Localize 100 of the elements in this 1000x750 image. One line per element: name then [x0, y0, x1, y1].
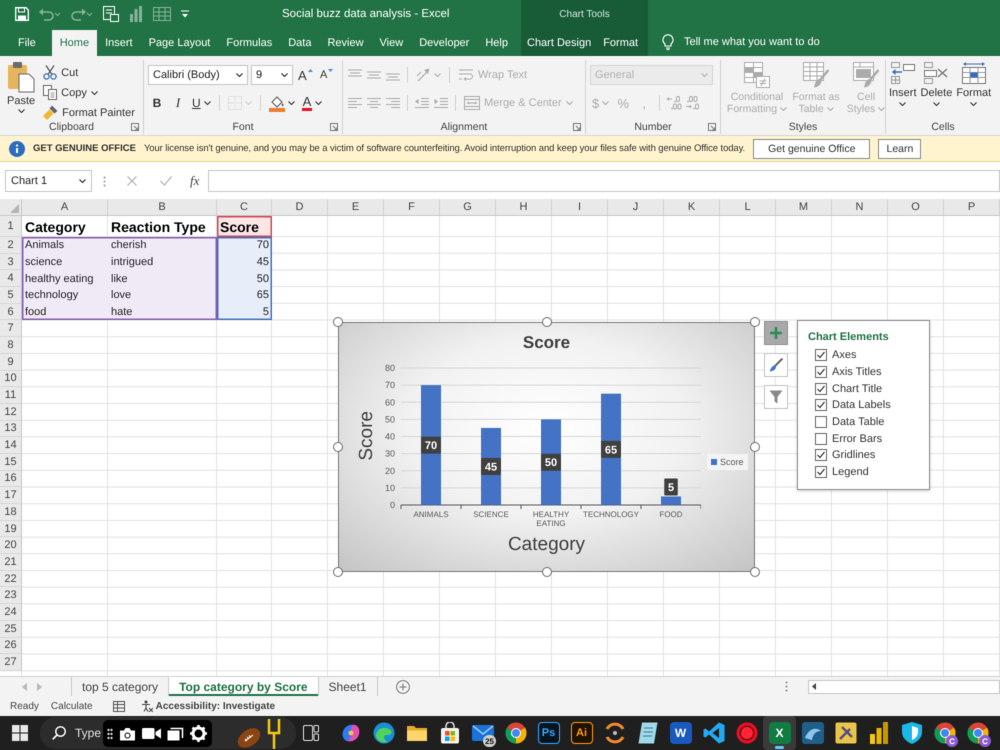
checkbox[interactable] [815, 382, 827, 395]
paste-button[interactable]: Paste [4, 60, 38, 114]
column-header[interactable]: H [496, 199, 552, 216]
row-header[interactable]: 2 [0, 237, 22, 254]
legend[interactable]: Score [707, 454, 748, 470]
row-header[interactable]: 12 [0, 404, 22, 421]
chart-element-label[interactable]: Error Bars [832, 432, 882, 445]
column-header[interactable]: K [664, 199, 720, 216]
insert-cells-button[interactable]: Insert [888, 62, 918, 106]
row-header[interactable]: 6 [0, 304, 22, 320]
column-header[interactable]: J [608, 199, 664, 216]
checkbox[interactable] [815, 366, 827, 378]
formula-field[interactable] [208, 170, 1000, 192]
format-cells-button[interactable]: Format [955, 62, 992, 106]
ribbon-tab[interactable]: Formulas [218, 30, 280, 56]
taskbar-app-button[interactable]: 25 [466, 716, 499, 750]
grow-font-button[interactable]: A [296, 65, 315, 85]
cut-button[interactable]: Cut [40, 63, 138, 82]
taskbar-app-button[interactable]: Ai [565, 716, 598, 750]
learn-more-button[interactable]: Learn [878, 138, 922, 158]
data-label[interactable]: 70 [421, 436, 441, 454]
ribbon-tab[interactable]: Help [477, 30, 516, 56]
ribbon-tab[interactable]: Insert [97, 30, 141, 56]
row-header[interactable]: 15 [0, 454, 22, 471]
row-header[interactable]: 19 [0, 520, 22, 538]
column-header[interactable]: O [888, 199, 944, 216]
dialog-launcher-icon[interactable] [330, 122, 338, 130]
row-header[interactable]: 16 [0, 470, 22, 488]
calculate-button[interactable]: Calculate [50, 700, 93, 712]
checkbox[interactable] [815, 466, 827, 478]
camera-icon[interactable] [119, 726, 136, 740]
row-header[interactable]: 24 [0, 604, 22, 621]
resize-handle[interactable] [750, 317, 760, 327]
taskbar-app-button[interactable]: X [763, 716, 796, 750]
taskbar-app-button[interactable]: Ps [532, 716, 565, 750]
column-header[interactable]: D [272, 199, 328, 216]
ribbon-tab[interactable]: Home [52, 30, 98, 56]
row-header[interactable]: 26 [0, 638, 22, 654]
video-camera-icon[interactable] [142, 727, 161, 740]
ribbon-tab[interactable]: Chart Design [521, 30, 598, 56]
row-header[interactable]: 22 [0, 570, 22, 588]
column-header[interactable]: I [552, 199, 608, 216]
font-name-field[interactable]: Calibri (Body) [148, 65, 248, 85]
row-header[interactable]: 17 [0, 487, 22, 504]
x-axis-title[interactable]: Category [508, 534, 586, 556]
row-header[interactable]: 20 [0, 537, 22, 554]
chart-element-label[interactable]: Legend [832, 466, 869, 478]
accessibility-button[interactable]: Accessibility: Investigate [140, 700, 276, 712]
bold-button[interactable]: B [148, 93, 166, 113]
row-header[interactable]: 4 [0, 270, 22, 288]
settings-icon[interactable] [190, 725, 207, 742]
checkbox[interactable] [815, 416, 827, 428]
ribbon-tab[interactable]: Developer [411, 30, 478, 56]
row-header[interactable]: 27 [0, 654, 22, 671]
italic-button[interactable]: I [169, 93, 187, 113]
resize-handle[interactable] [333, 317, 343, 327]
check-icon[interactable] [160, 176, 172, 186]
horizontal-scrollbar[interactable] [808, 680, 1000, 694]
search-input[interactable]: Type [75, 726, 102, 740]
column-header[interactable]: P [944, 199, 1000, 216]
windows-stack-icon[interactable] [167, 726, 184, 740]
column-header[interactable]: L [720, 199, 776, 216]
resize-handle[interactable] [750, 567, 760, 577]
row-header[interactable]: 23 [0, 587, 22, 604]
data-label[interactable]: 5 [664, 478, 678, 496]
data-label[interactable]: 65 [601, 440, 621, 458]
underline-button[interactable]: U [190, 93, 213, 113]
row-header[interactable]: 8 [0, 337, 22, 354]
chart-filters-button[interactable] [764, 385, 788, 409]
checkbox[interactable] [815, 349, 827, 362]
column-header[interactable]: F [384, 199, 440, 216]
column-header[interactable]: E [328, 199, 384, 216]
taskbar-app-button[interactable]: C [928, 716, 961, 750]
column-header[interactable]: N [832, 199, 888, 216]
table-icon[interactable] [112, 700, 125, 712]
ribbon-tab[interactable]: File [10, 30, 44, 56]
column-header[interactable]: A [22, 199, 108, 216]
ribbon-tab[interactable]: View [372, 30, 412, 56]
ribbon-tab[interactable]: Format [597, 30, 644, 56]
chart-element-label[interactable]: Data Table [832, 416, 884, 428]
insert-function-button[interactable]: fx [190, 173, 200, 189]
caret-line-icon[interactable] [181, 10, 189, 18]
column-header[interactable]: G [440, 199, 496, 216]
font-size-field[interactable]: 9 [251, 65, 293, 85]
delete-cells-button[interactable]: Delete [920, 62, 954, 106]
ribbon-tab[interactable]: Page Layout [140, 30, 218, 56]
get-office-button[interactable]: Get genuine Office [753, 138, 870, 158]
row-header[interactable]: 25 [0, 620, 22, 638]
resize-handle[interactable] [333, 567, 343, 577]
column-header[interactable]: M [776, 199, 832, 216]
chart-element-label[interactable]: Gridlines [832, 449, 876, 462]
checkbox[interactable] [815, 432, 827, 445]
column-header[interactable]: C [217, 199, 272, 216]
tell-me-search-field[interactable]: Tell me what you want to do [684, 34, 844, 50]
data-label[interactable]: 50 [541, 454, 561, 471]
taskbar-app-button[interactable]: C [961, 716, 994, 750]
document-icon[interactable] [103, 6, 119, 22]
row-header[interactable]: 13 [0, 420, 22, 438]
grip-dots-icon[interactable] [107, 728, 113, 740]
checkbox[interactable] [815, 399, 827, 412]
